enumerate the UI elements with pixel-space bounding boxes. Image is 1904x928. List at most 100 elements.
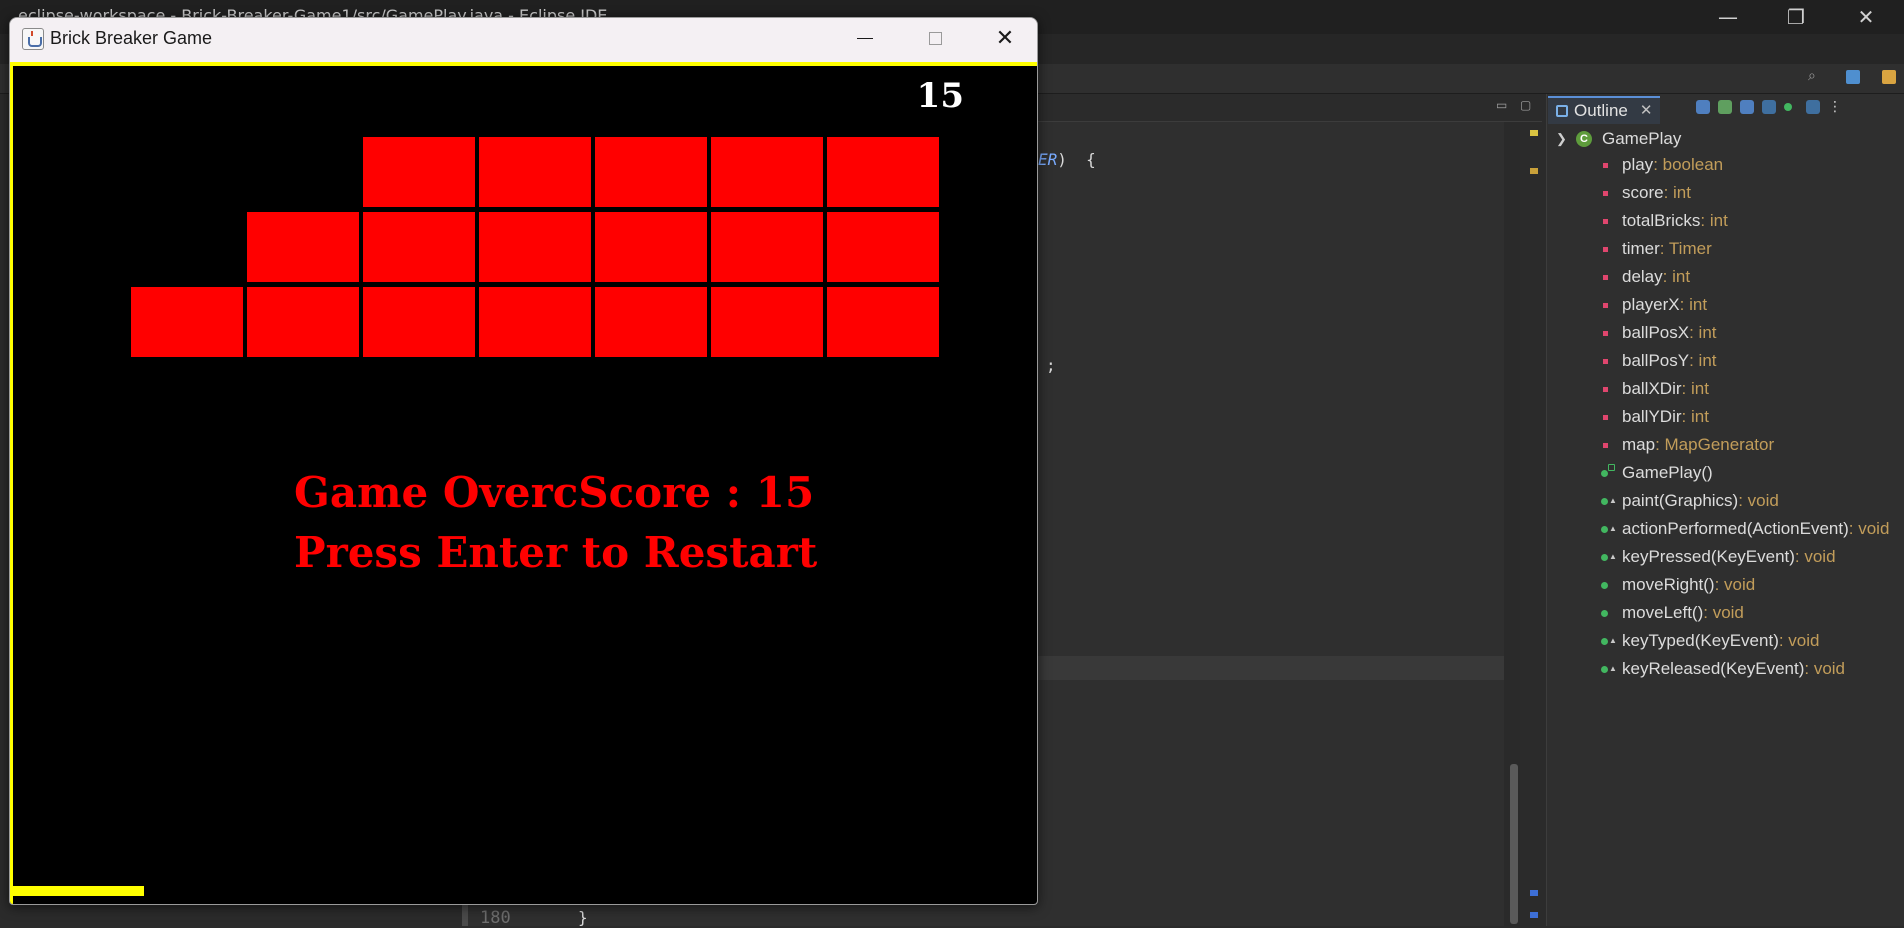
player-paddle[interactable] xyxy=(13,886,144,896)
game-window-titlebar[interactable]: Brick Breaker Game ✕ xyxy=(10,18,1037,62)
close-icon[interactable]: ✕ xyxy=(1640,99,1653,123)
outline-item[interactable]: totalBricks : int xyxy=(1600,208,1728,234)
ruler-task-mark[interactable] xyxy=(1530,168,1538,174)
code-line-text: ) { xyxy=(1057,150,1096,169)
brick xyxy=(479,287,591,357)
brick xyxy=(711,287,823,357)
constructor-icon xyxy=(1600,464,1616,480)
outline-item-name: play xyxy=(1622,155,1654,174)
outline-item[interactable]: map : MapGenerator xyxy=(1600,432,1774,458)
private-field-icon xyxy=(1600,186,1616,200)
code-keyword: ER xyxy=(1038,150,1058,169)
game-left-border xyxy=(10,62,13,904)
outline-item[interactable]: ballPosY : int xyxy=(1600,348,1717,374)
outline-item-type: : void xyxy=(1778,631,1820,650)
outline-item-name: delay xyxy=(1622,267,1663,286)
outline-root-node[interactable]: ❯ C GamePlay xyxy=(1556,126,1681,152)
outline-tab-label: Outline xyxy=(1574,101,1628,120)
game-window-title: Brick Breaker Game xyxy=(50,28,213,48)
ruler-occurrence-mark[interactable] xyxy=(1530,912,1538,918)
ruler-warning-mark[interactable] xyxy=(1530,130,1538,136)
game-top-border xyxy=(10,62,1037,66)
outline-item[interactable]: keyPressed(KeyEvent) : void xyxy=(1600,544,1836,570)
hide-local-types-icon[interactable] xyxy=(1806,100,1820,114)
outline-item[interactable]: play : boolean xyxy=(1600,152,1723,178)
outline-item-name: timer xyxy=(1622,239,1660,258)
minimize-icon xyxy=(857,37,873,39)
override-method-icon xyxy=(1600,634,1617,648)
outline-item-type: : int xyxy=(1689,323,1717,342)
editor-tab-row xyxy=(1038,94,1542,122)
hide-nonpublic-icon[interactable] xyxy=(1784,103,1792,111)
game-canvas[interactable]: 15 Game OvercScore : 15 Press Enter to R… xyxy=(10,62,1037,904)
outline-item[interactable]: GamePlay() xyxy=(1600,460,1713,486)
ide-close-button[interactable]: ✕ xyxy=(1846,4,1886,30)
editor-scroll-track[interactable] xyxy=(1520,122,1542,926)
outline-item-type: : int xyxy=(1700,211,1728,230)
outline-item-name: ballXDir xyxy=(1622,379,1682,398)
chevron-down-icon[interactable]: ❯ xyxy=(1556,131,1570,147)
brick xyxy=(247,212,359,282)
maximize-button[interactable] xyxy=(900,18,970,58)
private-field-icon xyxy=(1600,242,1616,256)
debug-perspective-icon[interactable] xyxy=(1882,70,1896,84)
outline-item-type: : int xyxy=(1681,379,1709,398)
outline-item[interactable]: moveLeft() : void xyxy=(1600,600,1744,626)
outline-item-name: moveLeft() xyxy=(1622,603,1704,622)
outline-item-type: : Timer xyxy=(1659,239,1712,258)
hide-fields-icon[interactable] xyxy=(1740,100,1754,114)
outline-item-type: : void xyxy=(1848,519,1890,538)
outline-item-name: paint(Graphics) xyxy=(1622,491,1739,510)
outline-item[interactable]: ballXDir : int xyxy=(1600,376,1709,402)
override-method-icon xyxy=(1600,550,1617,564)
brick xyxy=(827,287,939,357)
maximize-icon xyxy=(928,31,942,45)
outline-item[interactable]: keyTyped(KeyEvent) : void xyxy=(1600,628,1820,654)
outline-item[interactable]: ballYDir : int xyxy=(1600,404,1709,430)
outline-item-name: ballPosY xyxy=(1622,351,1690,370)
ide-minimize-button[interactable]: — xyxy=(1708,4,1748,30)
tab-outline[interactable]: Outline ✕ xyxy=(1548,96,1661,124)
editor-maximize-icon[interactable]: ▢ xyxy=(1520,98,1531,112)
view-menu-icon[interactable]: ⋮ xyxy=(1828,100,1842,114)
outline-item[interactable]: moveRight() : void xyxy=(1600,572,1755,598)
outline-item[interactable]: keyReleased(KeyEvent) : void xyxy=(1600,656,1845,682)
override-method-icon xyxy=(1600,494,1617,508)
java-app-icon xyxy=(22,28,44,50)
outline-item-type: : MapGenerator xyxy=(1655,435,1775,454)
outline-item[interactable]: delay : int xyxy=(1600,264,1690,290)
close-button[interactable]: ✕ xyxy=(970,18,1037,58)
minimize-button[interactable] xyxy=(830,18,900,58)
outline-item[interactable]: ballPosX : int xyxy=(1600,320,1717,346)
outline-item-type: : void xyxy=(1714,575,1756,594)
sort-icon[interactable] xyxy=(1718,100,1732,114)
code-line-brace: } xyxy=(578,908,588,927)
editor-scrollbar-thumb[interactable] xyxy=(1510,764,1518,924)
outline-item-type: : void xyxy=(1804,659,1846,678)
outline-item[interactable]: paint(Graphics) : void xyxy=(1600,488,1779,514)
editor-minimize-icon[interactable]: ▭ xyxy=(1496,98,1507,112)
ide-maximize-button[interactable]: ❐ xyxy=(1776,4,1816,30)
java-perspective-icon[interactable] xyxy=(1846,70,1860,84)
code-editor[interactable] xyxy=(1038,122,1504,926)
private-field-icon xyxy=(1600,158,1616,172)
brick xyxy=(479,212,591,282)
outline-item-type: : int xyxy=(1662,267,1691,286)
outline-root-label: GamePlay xyxy=(1602,129,1682,148)
outline-item-type: : int xyxy=(1689,351,1717,370)
outline-icon xyxy=(1556,105,1568,117)
outline-item-type: : int xyxy=(1681,407,1709,426)
outline-item[interactable]: actionPerformed(ActionEvent) : void xyxy=(1600,516,1889,542)
private-field-icon xyxy=(1600,354,1616,368)
collapse-all-icon[interactable] xyxy=(1696,100,1710,114)
brick xyxy=(363,137,475,207)
search-icon[interactable]: ⌕ xyxy=(1808,68,1826,86)
outline-item-name: playerX xyxy=(1622,295,1680,314)
public-method-icon xyxy=(1600,606,1616,620)
outline-item[interactable]: playerX : int xyxy=(1600,292,1707,318)
ruler-occurrence-mark[interactable] xyxy=(1530,890,1538,896)
outline-item[interactable]: score : int xyxy=(1600,180,1691,206)
outline-item-name: GamePlay() xyxy=(1622,463,1713,482)
hide-static-icon[interactable] xyxy=(1762,100,1776,114)
outline-item[interactable]: timer : Timer xyxy=(1600,236,1712,262)
